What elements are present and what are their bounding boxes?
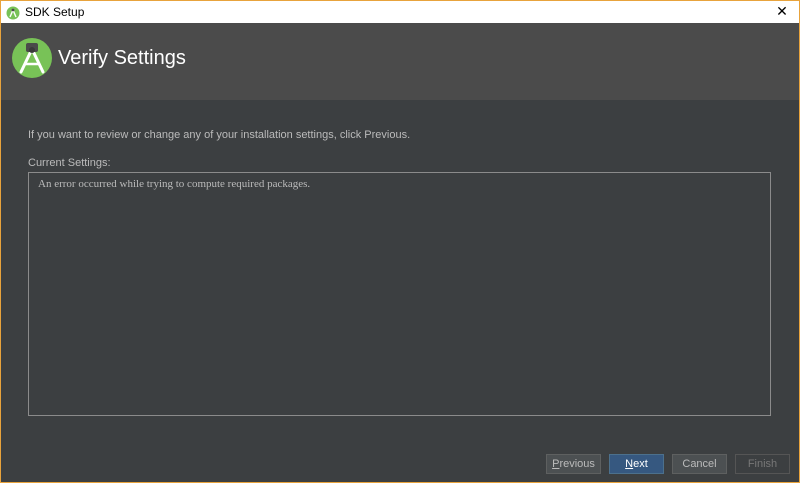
next-button[interactable]: Next: [609, 454, 664, 474]
android-studio-logo-icon: [11, 37, 53, 79]
sdk-setup-window: SDK Setup ✕ Verify Settings If you want …: [0, 0, 800, 483]
cancel-button[interactable]: Cancel: [672, 454, 727, 474]
next-label: ext: [633, 458, 648, 470]
settings-content: An error occurred while trying to comput…: [38, 178, 311, 190]
android-studio-icon: [6, 5, 20, 20]
close-button[interactable]: ✕: [765, 1, 799, 23]
current-settings-textarea[interactable]: An error occurred while trying to comput…: [28, 172, 771, 416]
previous-mnemonic: P: [552, 458, 560, 470]
instructions-text: If you want to review or change any of y…: [28, 129, 411, 141]
current-settings-label: Current Settings:: [28, 157, 111, 169]
wizard-header: Verify Settings: [1, 23, 799, 100]
previous-label: revious: [559, 458, 595, 470]
page-title: Verify Settings: [58, 47, 186, 69]
window-title: SDK Setup: [25, 5, 85, 19]
next-mnemonic: N: [625, 458, 634, 470]
close-icon: ✕: [776, 4, 788, 20]
title-bar: SDK Setup ✕: [1, 1, 799, 23]
previous-button[interactable]: Previous: [546, 454, 601, 474]
finish-button: Finish: [735, 454, 790, 474]
